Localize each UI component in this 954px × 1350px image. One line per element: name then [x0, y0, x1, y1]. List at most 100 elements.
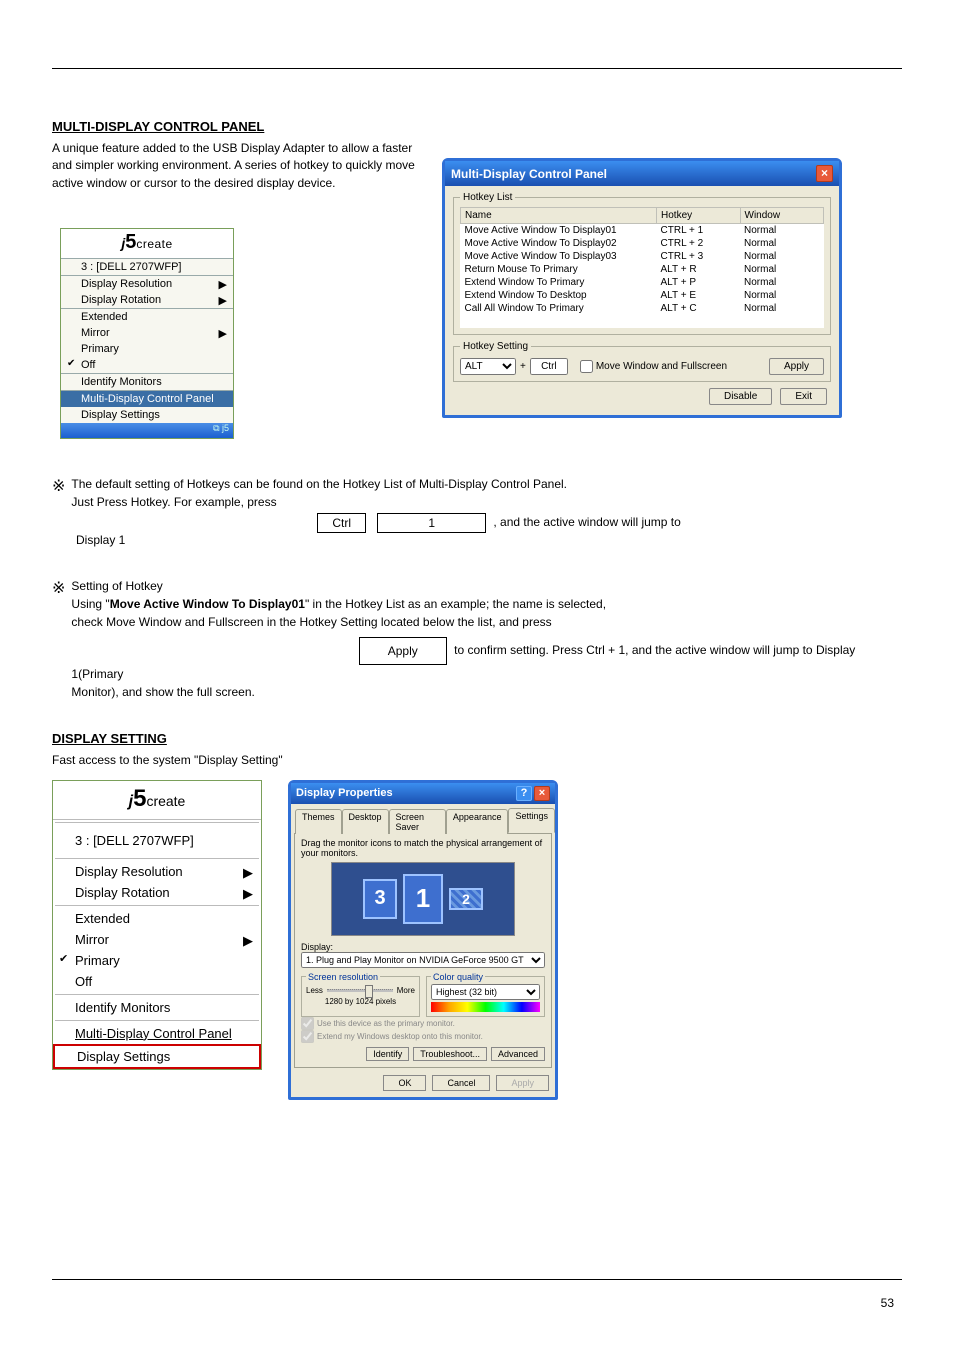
- cancel-button[interactable]: Cancel: [432, 1075, 490, 1091]
- tab-desktop[interactable]: Desktop: [342, 809, 389, 834]
- display-select[interactable]: 1. Plug and Play Monitor on NVIDIA GeFor…: [301, 952, 545, 968]
- fullscreen-checkbox-row[interactable]: Move Window and Fullscreen: [580, 360, 727, 373]
- apply-button[interactable]: Apply: [769, 358, 824, 375]
- bold-text: Move Active Window To Display01: [110, 597, 305, 611]
- cell: ALT + P: [657, 276, 740, 289]
- menu-display-rotation[interactable]: Display Rotation ▶: [61, 292, 233, 308]
- submenu-arrow-icon: ▶: [219, 327, 227, 340]
- close-icon[interactable]: ×: [816, 165, 833, 182]
- troubleshoot-button[interactable]: Troubleshoot...: [413, 1047, 487, 1061]
- cell: Normal: [740, 263, 824, 276]
- resolution-text: 1280 by 1024 pixels: [306, 997, 415, 1006]
- label: Mirror: [75, 932, 109, 947]
- table-row[interactable]: Call All Window To PrimaryALT + CNormal: [461, 302, 824, 315]
- menu-primary[interactable]: Primary: [61, 341, 233, 357]
- menu-extended[interactable]: Extended: [61, 309, 233, 325]
- chk2-label: Extend my Windows desktop onto this moni…: [317, 1032, 483, 1041]
- submenu-arrow-icon: ▶: [243, 886, 253, 902]
- label: Display Rotation: [81, 294, 161, 306]
- cell: Extend Window To Desktop: [461, 289, 657, 302]
- menu-display-rotation[interactable]: Display Rotation▶: [53, 882, 261, 903]
- menu-mirror[interactable]: Mirror▶: [53, 929, 261, 950]
- table-row[interactable]: Move Active Window To Display02CTRL + 2N…: [461, 237, 824, 250]
- tab-themes[interactable]: Themes: [295, 809, 342, 834]
- tray-context-menu-2[interactable]: j5create 3 : [DELL 2707WFP] Display Reso…: [52, 780, 262, 1070]
- apply-button[interactable]: Apply: [496, 1075, 549, 1091]
- cell: Extend Window To Primary: [461, 276, 657, 289]
- menu-display-resolution[interactable]: Display Resolution▶: [61, 276, 233, 292]
- table-row[interactable]: Extend Window To PrimaryALT + PNormal: [461, 276, 824, 289]
- table-row[interactable]: Move Active Window To Display01CTRL + 1N…: [461, 224, 824, 238]
- window-title: Multi-Display Control Panel: [451, 167, 607, 181]
- col-hotkey[interactable]: Hotkey: [657, 208, 740, 224]
- cell: ALT + E: [657, 289, 740, 302]
- device-name: 3 : [DELL 2707WFP]: [61, 259, 233, 275]
- cell: Return Mouse To Primary: [461, 263, 657, 276]
- monitor-1-icon[interactable]: 1: [403, 874, 443, 924]
- key-ctrl-box: Ctrl: [317, 513, 366, 533]
- section1-title: MULTI-DISPLAY CONTROL PANEL: [52, 119, 432, 134]
- menu-display-settings[interactable]: Display Settings: [61, 407, 233, 423]
- key-1-box: 1: [377, 513, 486, 533]
- hotkey-list-legend: Hotkey List: [460, 192, 515, 203]
- menu-multi-display-control-panel[interactable]: Multi-Display Control Panel: [61, 391, 233, 407]
- identify-button[interactable]: Identify: [366, 1047, 409, 1061]
- exit-button[interactable]: Exit: [780, 388, 827, 405]
- key-input[interactable]: [530, 358, 568, 375]
- menu-extended[interactable]: Extended: [53, 908, 261, 929]
- col-name[interactable]: Name: [461, 208, 657, 224]
- help-icon[interactable]: ?: [516, 786, 532, 801]
- monitor-2-icon[interactable]: 2: [449, 888, 483, 910]
- display-label: Display:: [301, 942, 545, 952]
- submenu-arrow-icon: ▶: [219, 294, 227, 307]
- page-number: 53: [881, 1296, 894, 1310]
- resolution-slider[interactable]: Less More: [306, 986, 415, 995]
- cell: Normal: [740, 224, 824, 238]
- monitor-3-icon[interactable]: 3: [363, 879, 397, 919]
- monitor-arrangement-area[interactable]: 3 1 2: [331, 862, 515, 936]
- section1-intro: A unique feature added to the USB Displa…: [52, 140, 432, 192]
- menu-display-resolution[interactable]: Display Resolution ▶: [53, 861, 261, 882]
- close-icon[interactable]: ×: [534, 786, 550, 801]
- menu-primary[interactable]: Primary: [53, 950, 261, 971]
- note2-line2: check Move Window and Fullscreen in the …: [71, 613, 902, 631]
- menu-off[interactable]: Off: [61, 357, 233, 373]
- menu-mirror[interactable]: Mirror▶: [61, 325, 233, 341]
- fullscreen-checkbox[interactable]: [580, 360, 593, 373]
- tab-settings[interactable]: Settings: [508, 808, 555, 833]
- tab-strip: Themes Desktop Screen Saver Appearance S…: [291, 804, 555, 833]
- table-row[interactable]: Move Active Window To Display03CTRL + 3N…: [461, 250, 824, 263]
- disable-button[interactable]: Disable: [709, 388, 772, 405]
- label: Display Resolution: [75, 864, 183, 879]
- multi-display-control-panel-window: Multi-Display Control Panel × Hotkey Lis…: [442, 158, 842, 418]
- more-label: More: [397, 986, 415, 995]
- menu-display-settings-highlighted[interactable]: Display Settings: [53, 1044, 261, 1069]
- col-window[interactable]: Window: [740, 208, 824, 224]
- label: Display Resolution: [81, 278, 172, 290]
- cell: Normal: [740, 250, 824, 263]
- cell: Normal: [740, 289, 824, 302]
- reference-mark-icon: ※: [52, 475, 65, 499]
- menu-multi-display-control-panel[interactable]: Multi-Display Control Panel: [53, 1023, 261, 1044]
- tab-screen-saver[interactable]: Screen Saver: [389, 809, 446, 834]
- tray-context-menu[interactable]: j5create 3 : [DELL 2707WFP] Display Reso…: [60, 228, 234, 439]
- table-row[interactable]: Return Mouse To PrimaryALT + RNormal: [461, 263, 824, 276]
- table-row[interactable]: Extend Window To DesktopALT + ENormal: [461, 289, 824, 302]
- modifier-select[interactable]: ALT: [460, 358, 516, 375]
- note2-title: Setting of Hotkey: [71, 577, 902, 595]
- text: Using ": [71, 597, 109, 611]
- slider-thumb[interactable]: [365, 985, 373, 998]
- color-quality-legend: Color quality: [431, 972, 485, 982]
- menu-identify-monitors[interactable]: Identify Monitors: [53, 997, 261, 1018]
- menu-off[interactable]: Off: [53, 971, 261, 992]
- tab-appearance[interactable]: Appearance: [446, 809, 509, 834]
- advanced-button[interactable]: Advanced: [491, 1047, 545, 1061]
- cell: Move Active Window To Display01: [461, 224, 657, 238]
- submenu-arrow-icon: ▶: [243, 865, 253, 881]
- cell: Move Active Window To Display02: [461, 237, 657, 250]
- color-swatch: [431, 1002, 540, 1012]
- ok-button[interactable]: OK: [383, 1075, 426, 1091]
- device-name: 3 : [DELL 2707WFP]: [53, 825, 261, 856]
- color-quality-select[interactable]: Highest (32 bit): [431, 984, 540, 1000]
- menu-identify-monitors[interactable]: Identify Monitors: [61, 374, 233, 390]
